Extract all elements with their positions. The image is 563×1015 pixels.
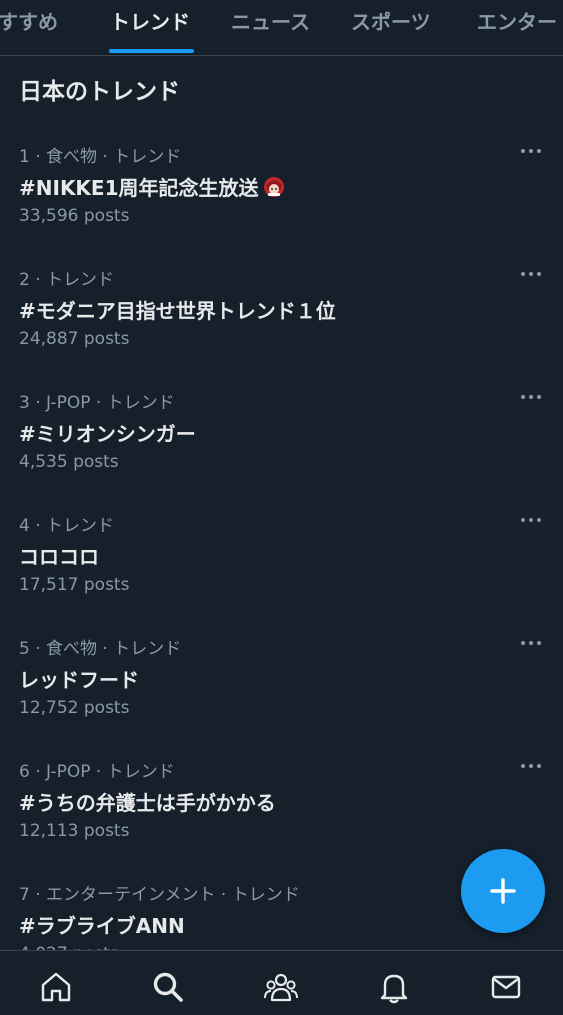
trend-name: コロコロ [19,545,99,569]
trend-item[interactable]: 4 · トレンド コロコロ 17,517 posts [0,499,563,622]
trend-post-count: 17,517 posts [19,575,130,595]
more-options-icon[interactable] [521,515,541,525]
nikke-emoji-icon [263,177,284,197]
trend-name: #うちの弁護士は手がかかる [19,791,276,815]
trend-meta: 7 · エンターテインメント · トレンド [19,885,300,905]
trend-name: #ラブライブANN [19,914,185,938]
tab-sports[interactable]: スポーツ [351,0,431,55]
mail-icon [491,975,521,999]
trend-post-count: 12,752 posts [19,698,130,718]
trend-item[interactable]: 2 · トレンド #モダニア目指せ世界トレンド１位 24,887 posts [0,253,563,376]
tab-news[interactable]: ニュース [231,0,310,55]
section-title: 日本のトレンド [19,79,180,105]
trend-meta: 3 · J-POP · トレンド [19,393,175,413]
trend-post-count: 24,887 posts [19,329,130,349]
trend-item[interactable]: 3 · J-POP · トレンド #ミリオンシンガー 4,535 posts [0,376,563,499]
more-options-icon[interactable] [521,269,541,279]
more-options-icon[interactable] [521,761,541,771]
trend-meta: 6 · J-POP · トレンド [19,762,175,782]
nav-messages[interactable] [488,969,524,1005]
tab-entertainment[interactable]: エンター [477,0,557,55]
trend-post-count: 12,113 posts [19,821,130,841]
tab-trending[interactable]: トレンド [110,0,190,55]
more-options-icon[interactable] [521,638,541,648]
trend-meta: 2 · トレンド [19,270,115,290]
nav-explore[interactable] [150,969,186,1005]
nav-home[interactable] [38,969,74,1005]
communities-icon [264,973,298,1002]
trend-item[interactable]: 6 · J-POP · トレンド #うちの弁護士は手がかかる 12,113 po… [0,745,563,868]
search-icon [153,972,183,1002]
nav-communities[interactable] [263,969,299,1005]
trend-meta: 5 · 食べ物 · トレンド [19,639,182,659]
trend-name-wrapper: #NIKKE1周年記念生放送 [19,172,285,201]
tab-for-you[interactable]: おすすめ [0,0,58,55]
active-tab-indicator [109,49,194,53]
trend-item[interactable]: 5 · 食べ物 · トレンド レッドフード 12,752 posts [0,622,563,745]
trend-name: #NIKKE1周年記念生放送 [19,176,259,200]
trend-name: #ミリオンシンガー [19,422,196,446]
top-tab-bar: おすすめ トレンド ニュース スポーツ エンター [0,0,563,56]
home-icon [41,972,71,1002]
plus-icon [490,878,516,904]
compose-button[interactable] [461,849,545,933]
more-options-icon[interactable] [521,146,541,156]
trend-post-count: 4,535 posts [19,452,119,472]
nav-notifications[interactable] [376,969,412,1005]
trend-name: #モダニア目指せ世界トレンド１位 [19,299,336,323]
trend-post-count: 33,596 posts [19,206,130,226]
bell-icon [380,974,408,1004]
bottom-nav [0,950,563,1015]
trend-meta: 1 · 食べ物 · トレンド [19,147,182,167]
more-options-icon[interactable] [521,392,541,402]
trend-meta: 4 · トレンド [19,516,115,536]
trend-name: レッドフード [19,668,139,692]
trend-item[interactable]: 1 · 食べ物 · トレンド #NIKKE1周年記念生放送 33,596 pos… [0,130,563,253]
